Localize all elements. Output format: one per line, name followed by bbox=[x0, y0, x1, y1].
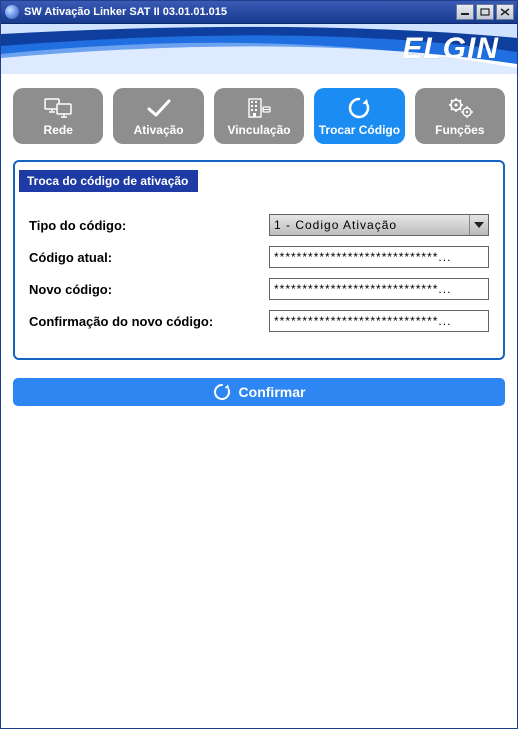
check-icon bbox=[146, 96, 172, 120]
refresh-icon bbox=[213, 383, 231, 401]
gears-icon bbox=[446, 96, 474, 120]
nav-vinculacao[interactable]: Vinculação bbox=[214, 88, 304, 144]
nav-label: Trocar Código bbox=[319, 124, 400, 136]
nav-ativacao[interactable]: Ativação bbox=[113, 88, 203, 144]
nav-trocar-codigo[interactable]: Trocar Código bbox=[314, 88, 404, 144]
nav-funcoes[interactable]: Funções bbox=[415, 88, 505, 144]
row-confirmacao: Confirmação do novo código: bbox=[29, 310, 489, 332]
input-codigo-atual[interactable] bbox=[269, 246, 489, 268]
confirm-button[interactable]: Confirmar bbox=[13, 378, 505, 406]
nav-label: Rede bbox=[44, 124, 73, 136]
nav-label: Funções bbox=[435, 124, 484, 136]
header-banner: ELGIN bbox=[1, 24, 517, 74]
window-buttons bbox=[456, 4, 517, 20]
row-novo: Novo código: bbox=[29, 278, 489, 300]
panel-body: Tipo do código: Código atual: N bbox=[15, 198, 503, 358]
row-atual: Código atual: bbox=[29, 246, 489, 268]
window-title: SW Ativação Linker SAT II 03.01.01.015 bbox=[24, 6, 456, 18]
select-tipo[interactable] bbox=[269, 214, 489, 236]
input-novo-codigo[interactable] bbox=[269, 278, 489, 300]
label-atual: Código atual: bbox=[29, 250, 259, 265]
nav-rede[interactable]: Rede bbox=[13, 88, 103, 144]
confirm-label: Confirmar bbox=[239, 384, 306, 400]
change-code-panel: Troca do código de ativação Tipo do códi… bbox=[13, 160, 505, 360]
maximize-button[interactable] bbox=[476, 4, 494, 20]
row-tipo: Tipo do código: bbox=[29, 214, 489, 236]
nav-label: Ativação bbox=[134, 124, 184, 136]
title-bar: SW Ativação Linker SAT II 03.01.01.015 bbox=[1, 1, 517, 24]
minimize-button[interactable] bbox=[456, 4, 474, 20]
monitors-icon bbox=[44, 96, 72, 120]
label-confirmacao: Confirmação do novo código: bbox=[29, 314, 259, 329]
select-tipo-wrap bbox=[269, 214, 489, 236]
building-icon bbox=[246, 96, 272, 120]
panel-title: Troca do código de ativação bbox=[19, 170, 198, 192]
refresh-icon bbox=[346, 96, 372, 120]
content-area: Rede Ativação bbox=[1, 74, 517, 728]
brand-label: ELGIN bbox=[402, 32, 499, 66]
main-nav: Rede Ativação bbox=[13, 88, 505, 144]
input-confirmacao[interactable] bbox=[269, 310, 489, 332]
close-button[interactable] bbox=[496, 4, 514, 20]
nav-label: Vinculação bbox=[227, 124, 290, 136]
label-novo: Novo código: bbox=[29, 282, 259, 297]
app-icon bbox=[5, 5, 19, 19]
label-tipo: Tipo do código: bbox=[29, 218, 259, 233]
app-window: SW Ativação Linker SAT II 03.01.01.015 E… bbox=[0, 0, 518, 729]
